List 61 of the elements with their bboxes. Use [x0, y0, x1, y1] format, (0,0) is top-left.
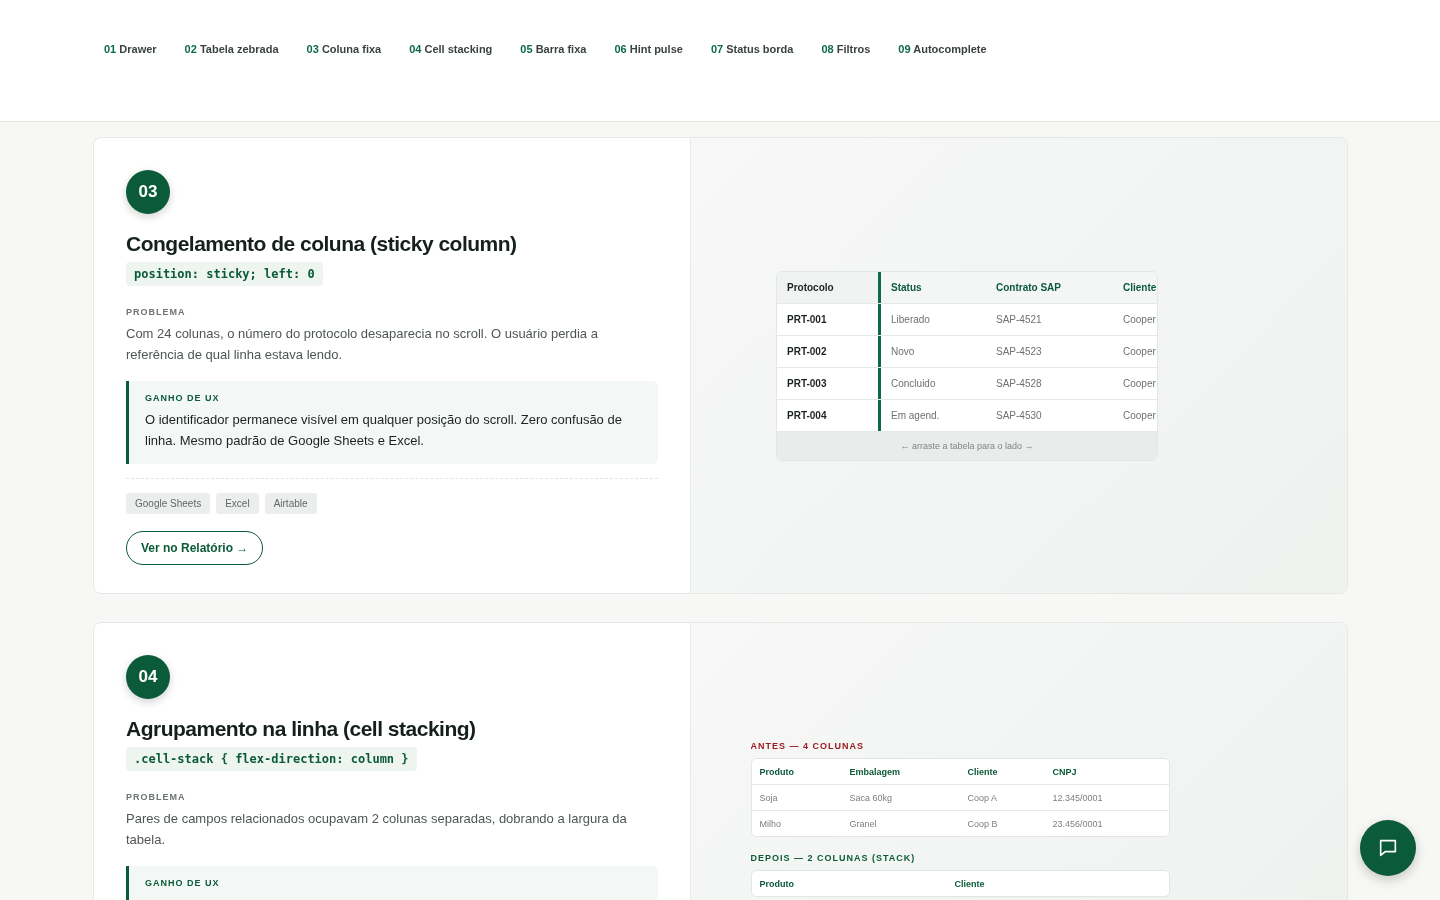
table-cell-text: 23.456/0001	[1052, 818, 1104, 829]
nav-link[interactable]: 07 Status borda	[710, 43, 794, 55]
table-cell-text: Novo	[890, 344, 916, 359]
table-cell-text: Cooper	[1122, 376, 1157, 391]
tag: Airtable	[264, 493, 317, 514]
code-snippet: .cell-stack { flex-direction: column }	[126, 747, 417, 771]
table-cell-text: Cooper	[1122, 408, 1157, 423]
table-cell-text: Coop B	[967, 818, 999, 829]
table-cell-text: SAP-4530	[995, 408, 1043, 423]
table-cell-text: SAP-4523	[995, 344, 1043, 359]
code-snippet: position: sticky; left: 0	[126, 262, 323, 286]
table-cell-text: Cooper	[1122, 344, 1157, 359]
column-header: Cliente	[967, 766, 999, 777]
table-cell-text: Soja	[759, 792, 779, 803]
chat-button[interactable]	[1360, 820, 1416, 876]
section-number: 04	[126, 655, 170, 699]
section-title: Agrupamento na linha (cell stacking)	[126, 717, 477, 741]
table-cell-text: Saca 60kg	[849, 792, 894, 803]
table-cell-text: 12.345/0001	[1052, 792, 1104, 803]
gain-text: O identificador permanece visível em qualquer posição do scroll. Zero confusão de linha. Mesmo padrão de Google Sheets e Excel.	[145, 411, 623, 450]
column-header: Status	[890, 280, 923, 295]
column-header: Cliente	[954, 878, 986, 889]
table-cell-text: Coop A	[967, 792, 999, 803]
tag: Excel	[216, 493, 259, 514]
table-cell-text: Granel	[849, 818, 878, 829]
scroll-hint: ← arraste a tabela para o lado →	[777, 431, 1157, 460]
column-header: Cliente	[1122, 280, 1157, 295]
problem-text: Com 24 colunas, o número do protocolo desaparecia no scroll. O usuário perdia a referência de qual linha estava lendo.	[126, 325, 599, 364]
section-title: Congelamento de coluna (sticky column)	[126, 232, 518, 256]
report-button[interactable]: Ver no Relatório →	[126, 531, 264, 565]
table-cell-text: Concluido	[890, 376, 937, 391]
column-header: Contrato SAP	[995, 280, 1062, 295]
table-cell-text: Cooper	[1122, 312, 1157, 327]
table-cell-text: Milho	[759, 818, 782, 829]
tag: Google Sheets	[126, 493, 211, 514]
table-cell-text: Em agend.	[890, 408, 941, 423]
column-header: Embalagem	[849, 766, 902, 777]
nav-link[interactable]: 02 Tabela zebrada	[184, 43, 279, 55]
nav-link[interactable]: 09 Autocomplete	[898, 43, 987, 55]
nav-link[interactable]: 06 Hint pulse	[614, 43, 683, 55]
nav-link[interactable]: 01 Drawer	[104, 43, 157, 55]
column-header: Produto	[759, 878, 795, 889]
column-header: Protocolo	[777, 271, 881, 303]
problem-label: PROBLEMA	[126, 792, 187, 802]
table-cell-text: SAP-4528	[995, 376, 1043, 391]
nav-link[interactable]: 05 Barra fixa	[520, 43, 587, 55]
section-number: 03	[126, 170, 170, 214]
table-cell-text: Liberado	[890, 312, 931, 327]
gain-label: GANHO DE UX	[145, 393, 221, 403]
chat-icon	[1377, 837, 1399, 859]
column-header: CNPJ	[1052, 766, 1078, 777]
table-cell-text: SAP-4521	[995, 312, 1043, 327]
gain-label: GANHO DE UX	[145, 878, 221, 888]
nav-link[interactable]: 03 Coluna fixa	[306, 43, 382, 55]
nav-link[interactable]: 04 Cell stacking	[409, 43, 493, 55]
after-label: DEPOIS — 2 COLUNAS (STACK)	[750, 853, 917, 863]
problem-label: PROBLEMA	[126, 307, 187, 317]
problem-text: Pares de campos relacionados ocupavam 2 colunas separadas, dobrando a largura da tabela.	[126, 810, 628, 849]
column-header: Produto	[759, 766, 795, 777]
nav-link[interactable]: 08 Filtros	[821, 43, 871, 55]
before-label: ANTES — 4 COLUNAS	[750, 741, 865, 751]
